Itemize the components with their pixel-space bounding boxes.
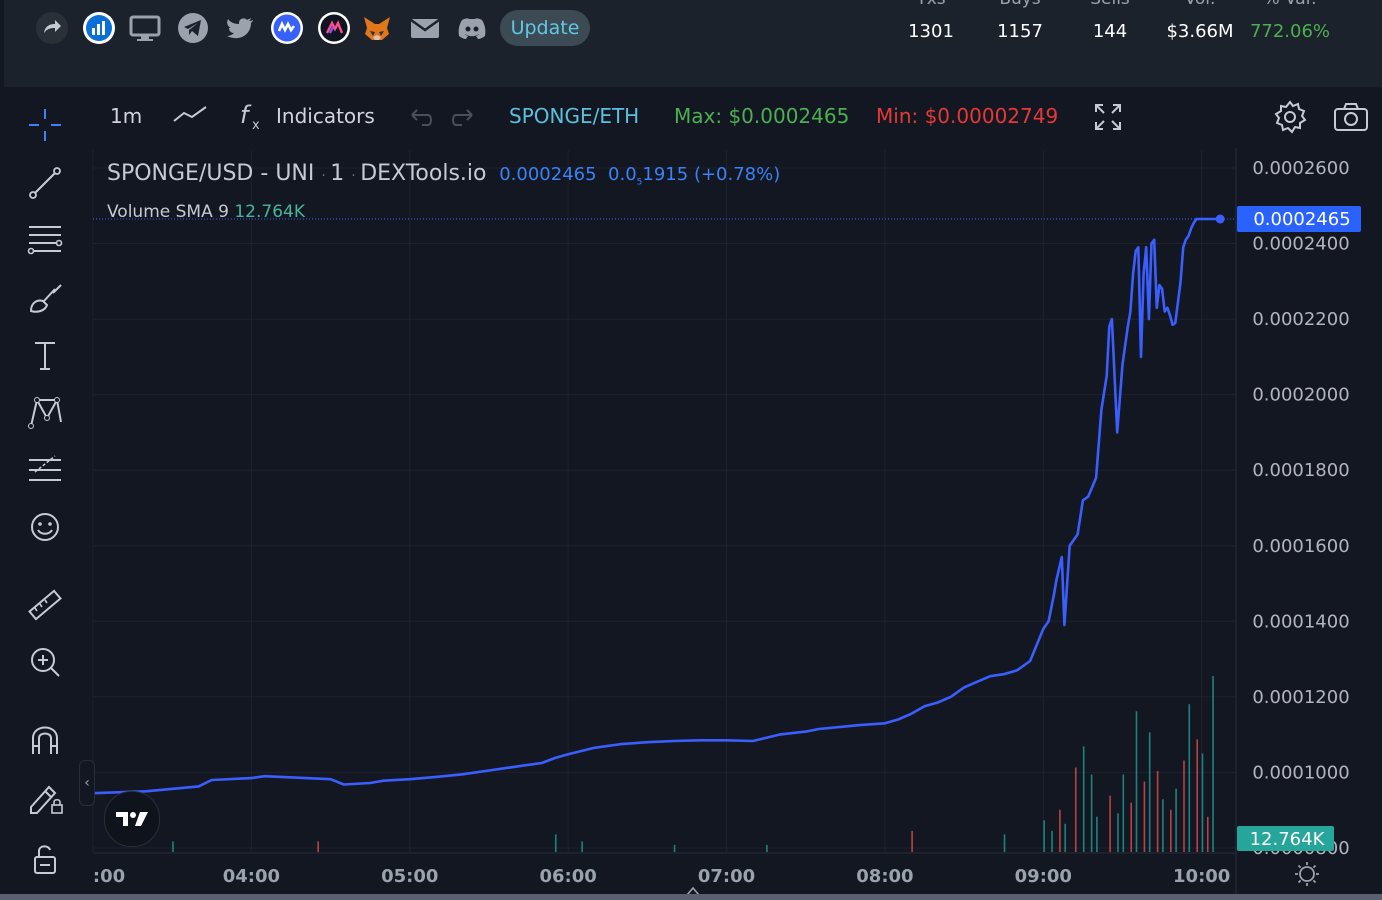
legend-last-price: 0.0002465: [499, 164, 597, 185]
svg-text:x: x: [252, 118, 260, 133]
trend-line-icon[interactable]: [22, 163, 68, 203]
pattern-icon[interactable]: [22, 392, 68, 432]
metamask-icon[interactable]: [360, 11, 394, 45]
legend-symbol: SPONGE/USD: [107, 161, 254, 186]
stat-label: Txs: [895, 0, 967, 9]
lock-drawing-icon[interactable]: [22, 777, 68, 817]
text-icon[interactable]: [22, 335, 68, 375]
bottom-scroll-strip: [0, 894, 1382, 900]
coinmarketcap-icon[interactable]: [270, 11, 304, 45]
discord-icon[interactable]: [455, 11, 489, 45]
crosshair-icon[interactable]: [22, 105, 68, 145]
website-icon[interactable]: [128, 11, 162, 45]
chart-legend: SPONGE/USD - UNI · 1 · DEXTools.io 0.000…: [107, 161, 780, 188]
stat-value: 1301: [908, 21, 954, 42]
stat-value: $3.66M: [1166, 21, 1234, 42]
chart-toolbar: 1m fx Indicators SPONGE/ETH Max: $0.0002…: [90, 95, 1382, 141]
twitter-icon[interactable]: [223, 11, 257, 45]
brush-icon[interactable]: [22, 277, 68, 317]
stat-label: Vol.: [1158, 0, 1242, 9]
camera-icon[interactable]: [1332, 100, 1370, 139]
drawing-toolbar: [0, 87, 90, 900]
undo-icon[interactable]: [406, 103, 434, 136]
settings-icon[interactable]: [1272, 99, 1308, 140]
magnet-icon[interactable]: [22, 720, 68, 760]
stat-buys: Buys 1157: [984, 0, 1056, 50]
legend-sep: ·: [351, 168, 361, 184]
stat-var: % Var. 772.06%: [1244, 0, 1336, 50]
stat-label: % Var.: [1244, 0, 1336, 9]
unlock-icon[interactable]: [22, 839, 68, 879]
pair-label[interactable]: SPONGE/ETH: [509, 104, 639, 128]
stat-value: 1157: [997, 21, 1043, 42]
stat-txs: Txs 1301: [895, 0, 967, 50]
chart-type-icon[interactable]: [172, 101, 208, 134]
coingecko-icon[interactable]: [317, 11, 351, 45]
legend-sep: ·: [321, 168, 331, 184]
email-icon[interactable]: [408, 11, 442, 45]
min-price: Min: $0.00002749: [876, 104, 1059, 128]
indicators-button[interactable]: Indicators: [276, 104, 375, 128]
stat-label: Sells: [1074, 0, 1146, 9]
token-info-bar: Update Txs 1301 Buys 1157 Sells 144 Vol.…: [0, 0, 1382, 87]
ruler-icon[interactable]: [22, 585, 68, 625]
redo-icon[interactable]: [450, 103, 478, 136]
telegram-icon[interactable]: [176, 11, 210, 45]
stat-label: Buys: [984, 0, 1056, 9]
indicators-icon[interactable]: fx: [238, 101, 266, 138]
legend-change-pct: (+0.78%): [693, 164, 781, 185]
stat-value: 144: [1092, 21, 1128, 42]
volume-legend: Volume SMA 9 12.764K: [107, 202, 305, 222]
share-icon[interactable]: [35, 11, 69, 45]
legend-interval: 1: [330, 161, 345, 186]
emoji-icon[interactable]: [22, 507, 68, 547]
dextools-icon[interactable]: [82, 11, 116, 45]
volume-legend-value: 12.764K: [234, 202, 305, 222]
legend-exchange: UNI: [275, 161, 315, 186]
stat-sells: Sells 144: [1074, 0, 1146, 50]
stat-value: 772.06%: [1249, 21, 1331, 42]
svg-text:f: f: [240, 101, 252, 129]
update-button[interactable]: Update: [500, 10, 590, 46]
collapse-toolbar-button[interactable]: ‹: [79, 760, 95, 806]
legend-source: DEXTools.io: [360, 161, 487, 186]
fullscreen-icon[interactable]: [1092, 101, 1124, 138]
legend-change: 0.051915: [608, 164, 689, 188]
horizontal-lines-icon[interactable]: [22, 219, 68, 259]
interval-button[interactable]: 1m: [110, 104, 142, 128]
volume-legend-label: Volume SMA 9: [107, 202, 229, 222]
prediction-icon[interactable]: [22, 450, 68, 490]
zoom-in-icon[interactable]: [22, 642, 68, 682]
legend-sep: -: [260, 161, 276, 186]
tradingview-logo[interactable]: [104, 791, 160, 847]
stat-volume: Vol. $3.66M: [1158, 0, 1242, 50]
max-price: Max: $0.0002465: [674, 104, 850, 128]
